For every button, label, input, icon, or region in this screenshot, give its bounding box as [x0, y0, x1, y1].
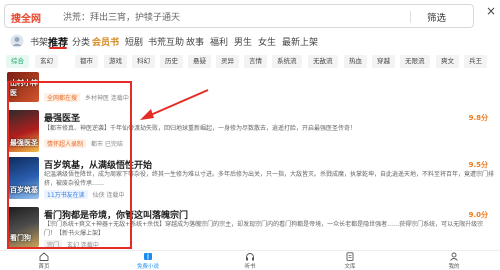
tab-welfare[interactable]: 福利 [210, 35, 228, 48]
tab-label: 文库 [344, 264, 356, 270]
category-chip[interactable]: 无限流 [400, 55, 430, 68]
tab-label: 免费小说 [136, 264, 159, 270]
category-chip[interactable]: 科幻 [132, 55, 155, 68]
category-chip[interactable]: 系统流 [272, 55, 302, 68]
tab-free-novels[interactable]: 免费小说 [118, 252, 178, 270]
category-chip[interactable]: 热血 [344, 55, 367, 68]
tab-profile[interactable]: 我的 [424, 252, 484, 270]
book-score: 9.8分 [468, 114, 488, 122]
category-chip[interactable]: 游戏 [104, 55, 127, 68]
tab-new-arrivals[interactable]: 最新上架 [282, 35, 318, 48]
nav-underline-icon [49, 47, 67, 49]
tab-label: 听书 [244, 264, 256, 270]
book-score: 9.0分 [468, 211, 488, 219]
user-icon [450, 252, 458, 261]
filter-button[interactable]: 筛选 [427, 10, 446, 24]
avatar[interactable] [10, 34, 24, 48]
tab-vip-books[interactable]: 会员书 [92, 35, 119, 48]
category-chip[interactable]: 兵王 [464, 55, 487, 68]
category-chip[interactable]: 言情 [244, 55, 267, 68]
category-chip[interactable]: 灵异 [216, 55, 239, 68]
category-chip[interactable]: 穿越 [372, 55, 395, 68]
tab-label: 我的 [448, 264, 460, 270]
tab-story[interactable]: 故事 [186, 35, 204, 48]
tab-male[interactable]: 男生 [234, 35, 252, 48]
arrow-icon [140, 89, 209, 120]
category-chip[interactable]: 玄幻 [35, 55, 58, 68]
category-chip[interactable]: 历史 [160, 55, 183, 68]
tab-label: 首页 [38, 264, 50, 270]
tab-book-help[interactable]: 书荒互助 [148, 35, 184, 48]
category-chip[interactable]: 悬疑 [188, 55, 211, 68]
book-icon [144, 253, 152, 260]
search-brand-label[interactable]: 搜全网 [11, 10, 41, 25]
tab-female[interactable]: 女生 [258, 35, 276, 48]
headphones-icon [246, 253, 254, 261]
category-chip[interactable]: 爽文 [436, 55, 459, 68]
tab-library[interactable]: 文库 [320, 252, 380, 270]
search-bar[interactable]: 搜全网 洪荒：拜出三宵，护犊子通天 筛选 [4, 4, 474, 28]
highlight-box [7, 81, 132, 249]
search-divider [410, 11, 411, 23]
search-input[interactable]: 洪荒：拜出三宵，护犊子通天 [63, 10, 180, 23]
category-chip[interactable]: 无敌流 [308, 55, 338, 68]
document-icon [346, 252, 354, 261]
book-score: 9.5分 [468, 161, 488, 169]
home-icon [39, 252, 49, 261]
tab-home[interactable]: 首页 [14, 252, 74, 270]
category-chip[interactable]: 综合 [6, 55, 29, 68]
top-nav: 书架 推荐 分类 会员书 短剧 书荒互助 故事 福利 男生 女生 最新上架 [0, 32, 500, 50]
bottom-tab-bar: 首页 免费小说 听书 文库 我的 [0, 250, 500, 270]
close-icon[interactable]: × [486, 4, 496, 18]
tab-audiobook[interactable]: 听书 [220, 252, 280, 270]
tab-short-drama[interactable]: 短剧 [125, 35, 143, 48]
category-chip[interactable]: 都市 [75, 55, 98, 68]
